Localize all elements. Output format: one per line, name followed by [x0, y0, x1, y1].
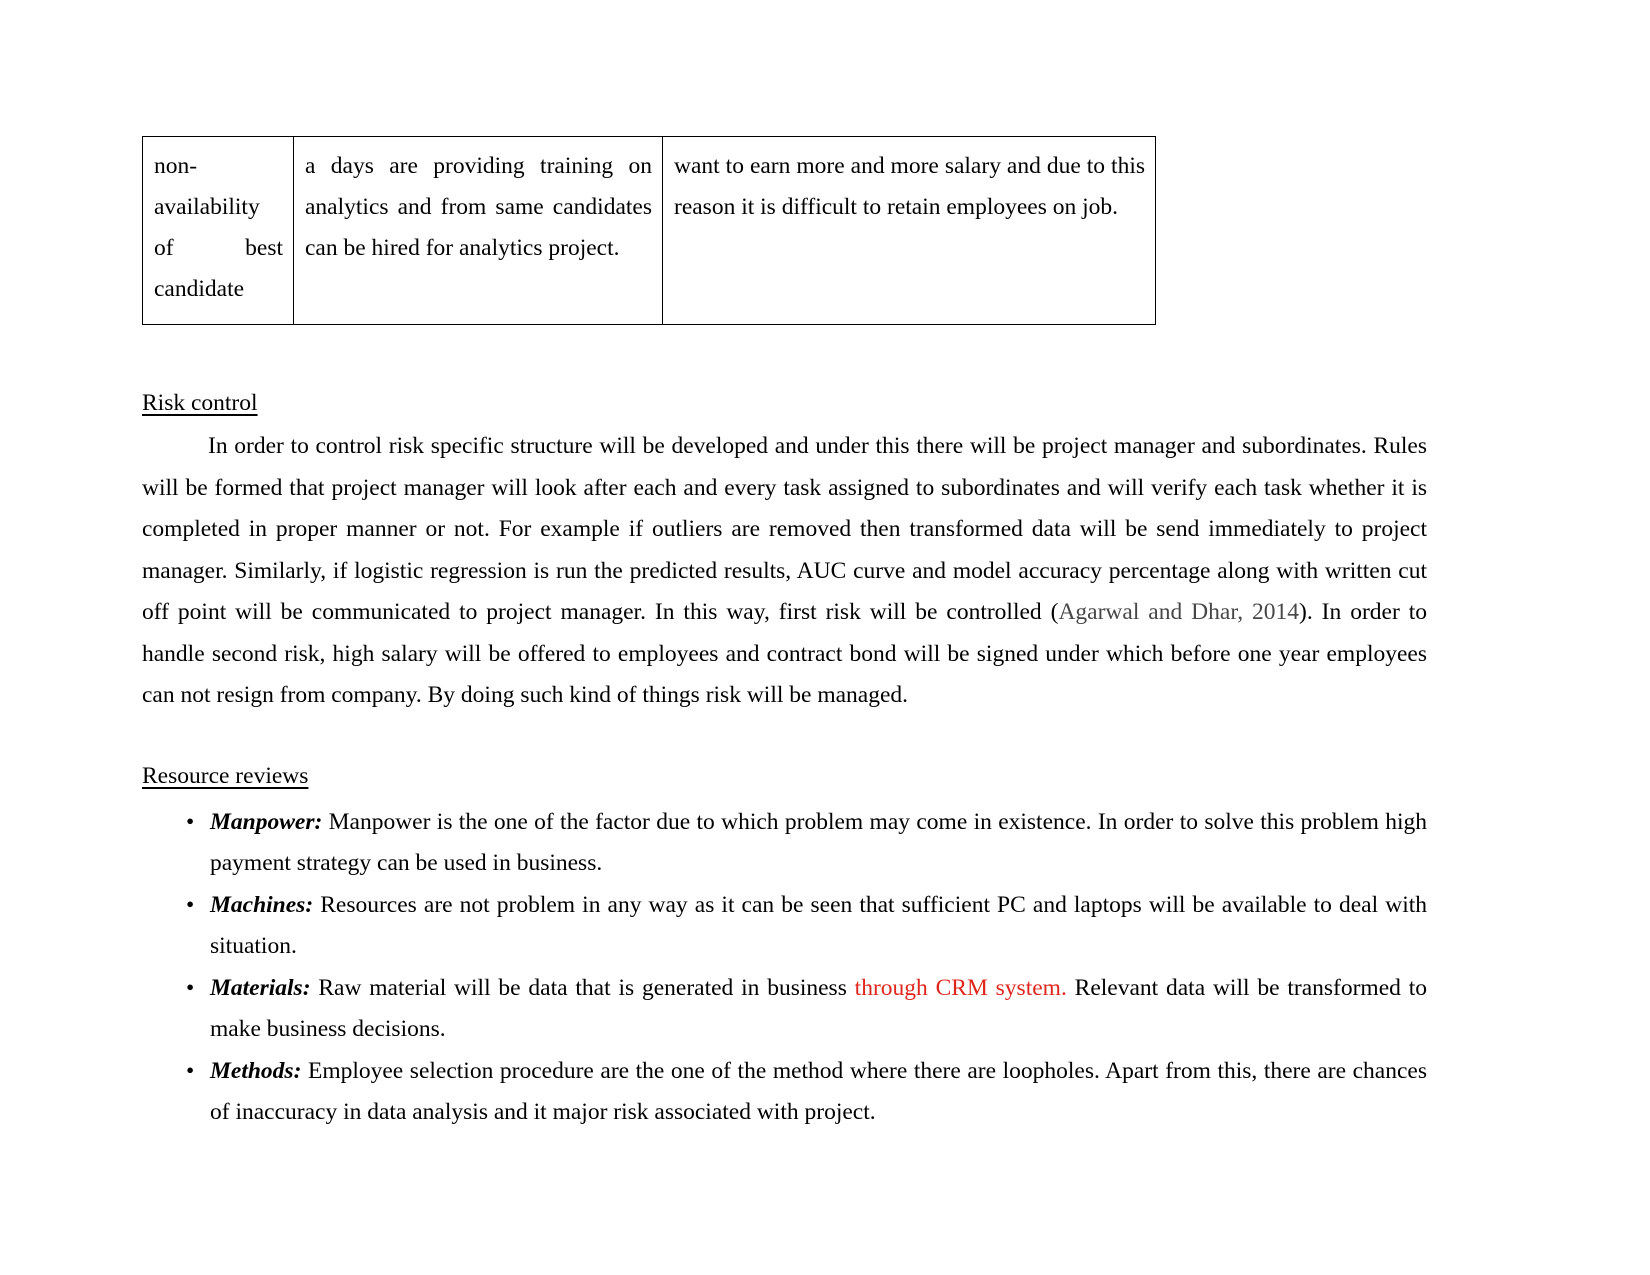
bullet-icon: • [186, 891, 195, 918]
page-content: non-availability of best candidate a day… [142, 136, 1427, 1134]
bullet-icon: • [186, 974, 195, 1001]
list-item: • Materials: Raw material will be data th… [142, 968, 1427, 1051]
list-item: • Machines: Resources are not problem in … [142, 885, 1427, 968]
bullet-icon: • [186, 808, 195, 835]
resource-reviews-list: • Manpower: Manpower is the one of the fa… [142, 802, 1427, 1134]
table-cell-impact: want to earn more and more salary and du… [662, 136, 1156, 325]
section-heading-risk-control: Risk control [142, 390, 258, 416]
list-item-text: Raw material will be data that is genera… [310, 974, 855, 1001]
risk-table: non-availability of best candidate a day… [142, 136, 1156, 325]
document-page: non-availability of best candidate a day… [0, 0, 1650, 1275]
bullet-icon: • [186, 1057, 195, 1084]
table-cell-mitigation: a days are providing training on analyti… [293, 136, 663, 325]
risk-control-paragraph: In order to control risk specific struct… [142, 426, 1427, 717]
list-item-text: Resources are not problem in any way as … [210, 891, 1427, 960]
citation-agarwal-dhar: Agarwal and Dhar, 2014 [1058, 599, 1300, 625]
list-item-term: Machines: [210, 891, 314, 918]
list-item-highlight: through CRM system. [854, 974, 1067, 1001]
list-item-text: Manpower is the one of the factor due to… [210, 808, 1427, 877]
list-item-text: Employee selection procedure are the one… [210, 1057, 1427, 1126]
section-heading-resource-reviews: Resource reviews [142, 762, 309, 789]
table-row: non-availability of best candidate a day… [142, 136, 1156, 325]
risk-control-text-part-1: In order to control risk specific struct… [142, 433, 1427, 625]
list-item-term: Manpower: [210, 808, 323, 835]
table-cell-risk-name: non-availability of best candidate [142, 136, 294, 325]
list-item-term: Methods: [210, 1057, 302, 1084]
risk-table-body: non-availability of best candidate a day… [142, 136, 1156, 325]
list-item-term: Materials: [210, 974, 311, 1001]
list-item: • Methods: Employee selection procedure a… [142, 1051, 1427, 1134]
list-item: • Manpower: Manpower is the one of the fa… [142, 802, 1427, 885]
